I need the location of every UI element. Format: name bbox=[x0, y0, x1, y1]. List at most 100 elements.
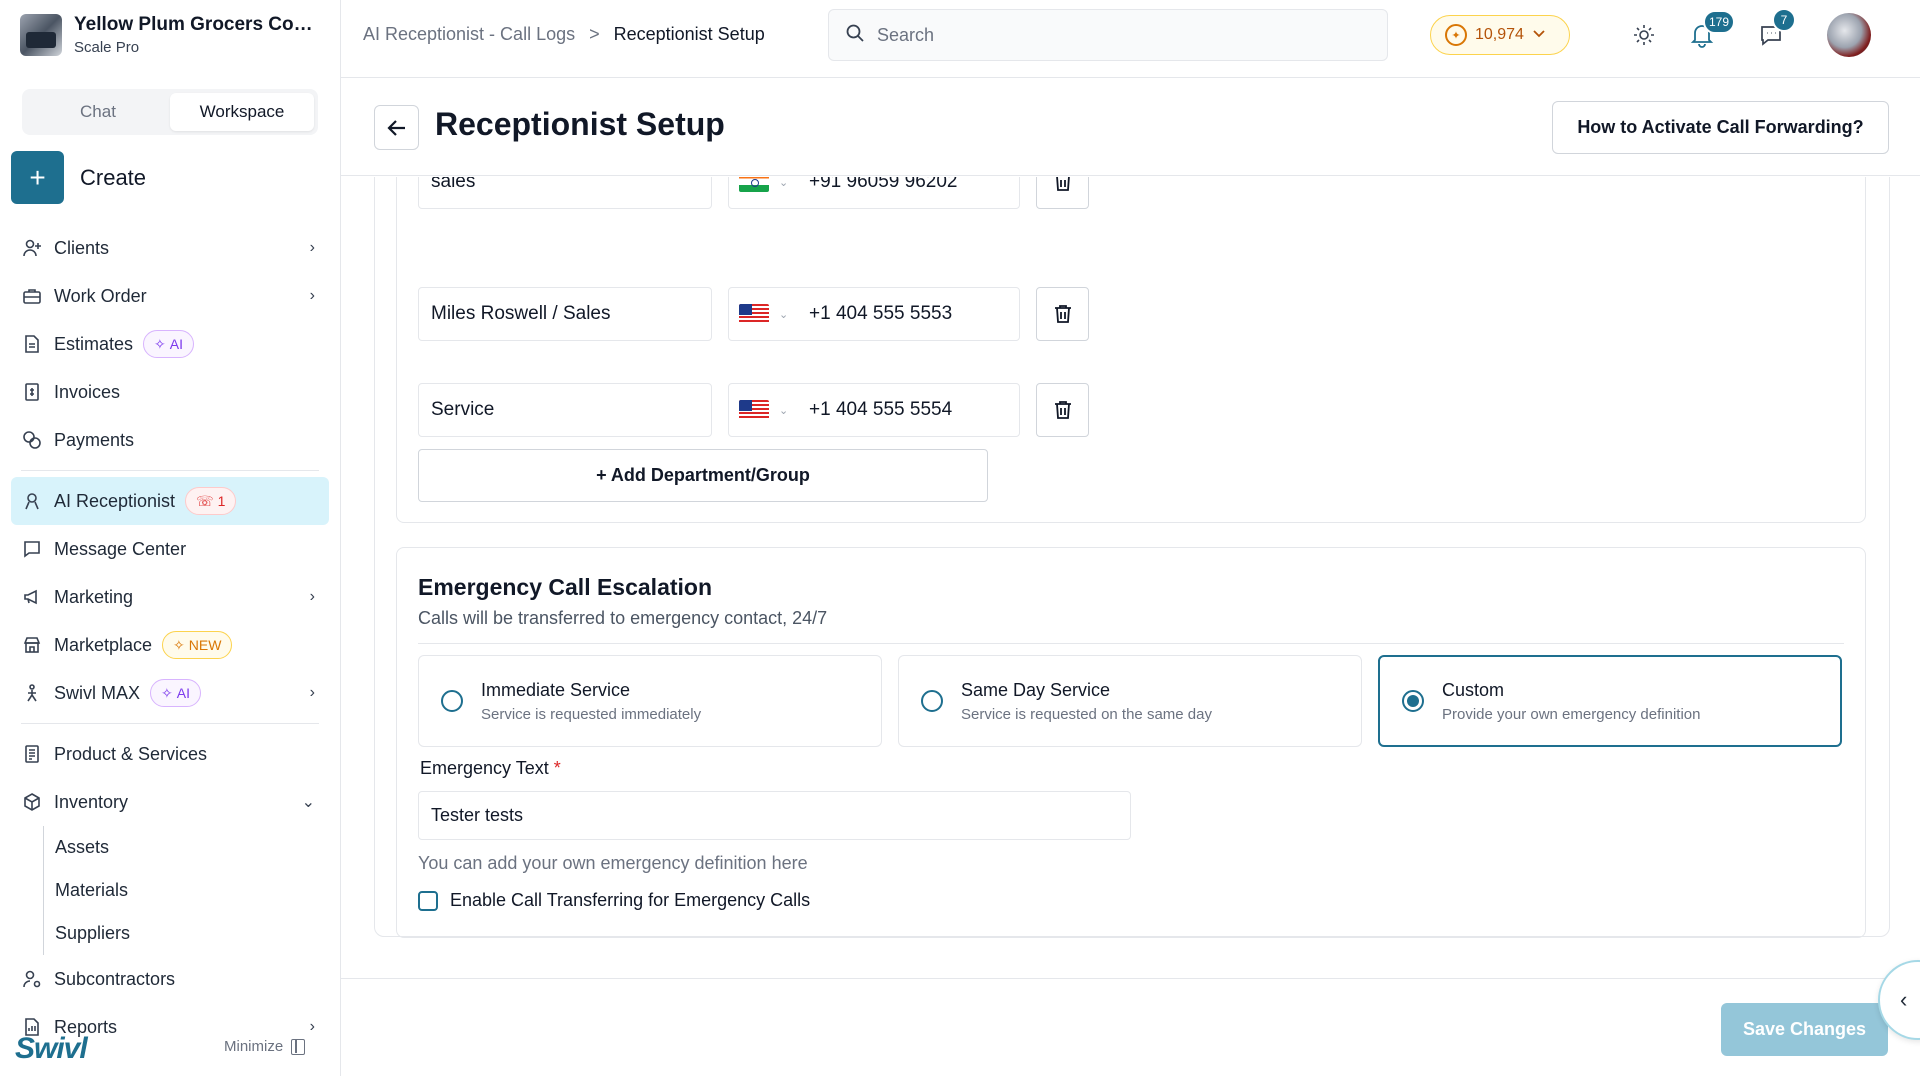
sidebar-item-estimates[interactable]: Estimates ✧ AI bbox=[11, 320, 329, 368]
option-title: Immediate Service bbox=[481, 679, 631, 700]
chevron-down-icon bbox=[1532, 26, 1546, 45]
radio-button[interactable] bbox=[441, 690, 463, 712]
sidebar-item-payments[interactable]: Payments bbox=[11, 416, 329, 464]
sidebar: Yellow Plum Grocers Com... Scale Pro Cha… bbox=[0, 0, 341, 1076]
phone-number: +1 404 555 5553 bbox=[809, 303, 953, 324]
sidebar-item-marketplace[interactable]: Marketplace ✧ NEW bbox=[11, 621, 329, 669]
avatar[interactable] bbox=[1827, 13, 1871, 57]
sidebar-item-product-services[interactable]: Product & Services bbox=[11, 730, 329, 778]
option-same-day-service[interactable]: Same Day Service Service is requested on… bbox=[898, 655, 1362, 747]
divider bbox=[21, 470, 319, 471]
missed-call-count: 1 bbox=[217, 493, 226, 509]
call-forwarding-help-button[interactable]: How to Activate Call Forwarding? bbox=[1552, 101, 1889, 154]
sidebar-item-label: AI Receptionist bbox=[54, 490, 176, 511]
catalog-icon bbox=[21, 743, 43, 765]
department-name-input[interactable] bbox=[418, 177, 712, 209]
save-changes-button[interactable]: Save Changes bbox=[1721, 1003, 1888, 1056]
sidebar-item-invoices[interactable]: Invoices bbox=[11, 368, 329, 416]
chevron-left-icon: ‹ bbox=[1900, 987, 1908, 1012]
required-mark: * bbox=[553, 758, 561, 778]
coins-balance-button[interactable]: ✦ 10,974 bbox=[1430, 15, 1570, 55]
sidebar-item-label: Invoices bbox=[54, 381, 121, 402]
ai-badge: ✧ AI bbox=[150, 679, 201, 707]
trash-icon bbox=[1054, 401, 1071, 419]
company-switcher[interactable]: Yellow Plum Grocers Com... Scale Pro bbox=[20, 14, 324, 56]
delete-department-button[interactable] bbox=[1036, 383, 1089, 437]
search-input[interactable] bbox=[877, 24, 1357, 46]
sidebar-item-subcontractors[interactable]: Subcontractors bbox=[11, 955, 329, 1003]
sparkle-icon: ✧ bbox=[161, 684, 173, 701]
invoice-icon bbox=[21, 381, 43, 403]
radio-button-selected[interactable] bbox=[1402, 690, 1424, 712]
phone-input[interactable]: ⌄ +91 96059 96202 bbox=[728, 177, 1020, 209]
coins-value: 10,974 bbox=[1475, 26, 1524, 43]
sidebar-item-inventory[interactable]: Inventory ⌄ bbox=[11, 778, 329, 826]
tab-chat[interactable]: Chat bbox=[26, 93, 170, 131]
chevron-right-icon: › bbox=[309, 287, 315, 304]
us-flag-icon bbox=[739, 304, 769, 324]
breadcrumb-parent[interactable]: AI Receptionist - Call Logs bbox=[363, 24, 575, 45]
sidebar-nav: Clients › Work Order › Estimates ✧ AI Inv… bbox=[11, 224, 329, 1051]
company-name: Yellow Plum Grocers Com... bbox=[74, 14, 324, 35]
page-header: Receptionist Setup How to Activate Call … bbox=[341, 78, 1920, 176]
phone-number: +1 404 555 5554 bbox=[809, 399, 953, 420]
theme-toggle-icon[interactable] bbox=[1629, 20, 1659, 50]
add-department-button[interactable]: + Add Department/Group bbox=[418, 449, 988, 502]
divider bbox=[418, 643, 1844, 644]
missed-call-badge: ☏ 1 bbox=[185, 487, 237, 515]
back-button[interactable] bbox=[374, 105, 419, 150]
topbar: AI Receptionist - Call Logs > Receptioni… bbox=[341, 0, 1920, 78]
sidebar-item-label: Clients bbox=[54, 237, 110, 258]
divider bbox=[21, 723, 319, 724]
phone-input[interactable]: ⌄ +1 404 555 5553 bbox=[728, 287, 1020, 341]
mode-switch: Chat Workspace bbox=[22, 89, 318, 135]
chevron-down-icon[interactable]: ⌄ bbox=[779, 404, 791, 417]
phone-input[interactable]: ⌄ +1 404 555 5554 bbox=[728, 383, 1020, 437]
trash-icon bbox=[1054, 305, 1071, 323]
department-name-input[interactable] bbox=[418, 287, 712, 341]
minimize-button[interactable]: Minimize bbox=[224, 1038, 306, 1055]
option-immediate-service[interactable]: Immediate Service Service is requested i… bbox=[418, 655, 882, 747]
radio-button[interactable] bbox=[921, 690, 943, 712]
chevron-down-icon: ⌄ bbox=[301, 794, 315, 811]
delete-department-button[interactable] bbox=[1036, 287, 1089, 341]
bell-icon[interactable]: 179 bbox=[1687, 10, 1736, 50]
sidebar-item-label: Payments bbox=[54, 429, 135, 450]
emergency-hint: You can add your own emergency definitio… bbox=[418, 853, 808, 873]
briefcase-icon bbox=[21, 285, 43, 307]
trash-icon bbox=[1055, 177, 1070, 191]
option-custom[interactable]: Custom Provide your own emergency defini… bbox=[1378, 655, 1842, 747]
sidebar-item-message-center[interactable]: Message Center bbox=[11, 525, 329, 573]
sidebar-item-clients[interactable]: Clients › bbox=[11, 224, 329, 272]
sidebar-item-assets[interactable]: Assets bbox=[44, 826, 329, 869]
india-flag-icon bbox=[739, 177, 769, 192]
walker-icon bbox=[21, 682, 43, 704]
sidebar-item-label: Product & Services bbox=[54, 743, 208, 764]
sidebar-item-work-order[interactable]: Work Order › bbox=[11, 272, 329, 320]
search-bar bbox=[828, 9, 1388, 61]
emergency-subtitle: Calls will be transferred to emergency c… bbox=[418, 608, 828, 628]
checkbox[interactable] bbox=[418, 890, 438, 911]
enable-transfer-checkbox[interactable]: Enable Call Transferring for Emergency C… bbox=[418, 890, 810, 911]
chat-icon[interactable]: 7 bbox=[1756, 8, 1796, 50]
sidebar-item-label: Marketplace bbox=[54, 634, 153, 655]
notifications-count-badge: 179 bbox=[1703, 10, 1736, 34]
create-button[interactable]: + Create bbox=[11, 151, 146, 204]
sidebar-item-suppliers[interactable]: Suppliers bbox=[44, 912, 329, 955]
box-icon bbox=[21, 791, 43, 813]
tab-workspace[interactable]: Workspace bbox=[170, 93, 314, 131]
sidebar-item-marketing[interactable]: Marketing › bbox=[11, 573, 329, 621]
sidebar-item-ai-receptionist[interactable]: AI Receptionist ☏ 1 bbox=[11, 477, 329, 525]
inventory-submenu: Assets Materials Suppliers bbox=[43, 826, 329, 955]
page-title: Receptionist Setup bbox=[435, 106, 725, 142]
emergency-text-input[interactable] bbox=[418, 791, 1131, 840]
chevron-down-icon[interactable]: ⌄ bbox=[779, 177, 791, 189]
sparkle-icon: ✧ bbox=[154, 335, 166, 352]
label-text: Emergency Text bbox=[420, 758, 549, 778]
sidebar-toggle-icon bbox=[291, 1038, 306, 1055]
delete-department-button[interactable] bbox=[1036, 177, 1089, 209]
department-name-input[interactable] bbox=[418, 383, 712, 437]
sidebar-item-materials[interactable]: Materials bbox=[44, 869, 329, 912]
sidebar-item-swivl-max[interactable]: Swivl MAX ✧ AI › bbox=[11, 669, 329, 717]
chevron-down-icon[interactable]: ⌄ bbox=[779, 308, 791, 321]
